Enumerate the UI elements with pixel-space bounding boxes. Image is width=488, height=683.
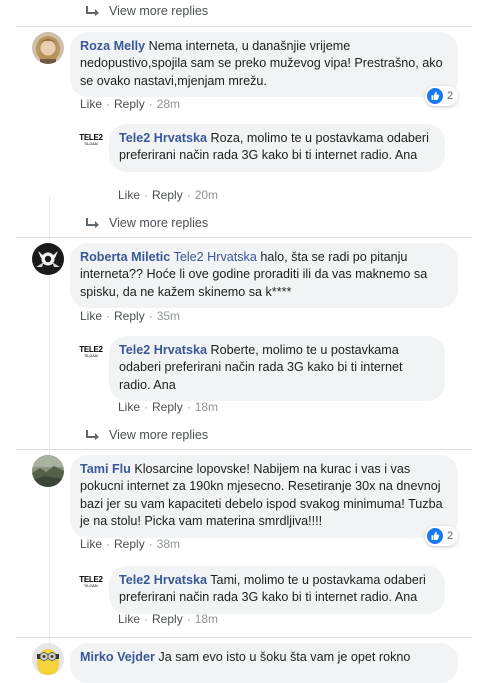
comment-divider	[16, 237, 472, 238]
comment-text: Klosarcine lopovske! Nabijem na kurac i …	[80, 462, 443, 529]
like-link[interactable]: Like	[80, 309, 102, 323]
reply-arrow-icon	[86, 6, 99, 16]
avatar[interactable]	[32, 455, 64, 487]
reaction-count-badge[interactable]: 2	[425, 86, 459, 106]
reply-link[interactable]: Reply	[114, 97, 145, 111]
comment-actions: Like · Reply · 28m	[80, 97, 181, 111]
reply-arrow-icon	[86, 218, 99, 228]
view-more-replies-link[interactable]: View more replies	[86, 425, 208, 445]
reply-link[interactable]: Reply	[114, 309, 145, 323]
comment-bubble: Mirko Vejder Ja sam evo isto u šoku šta …	[70, 643, 458, 683]
comment-text: Ja sam evo isto u šoku šta vam je opet r…	[158, 650, 411, 664]
comment-timestamp[interactable]: 28m	[157, 97, 180, 111]
comment-timestamp[interactable]: 38m	[157, 537, 180, 551]
reaction-count: 2	[447, 90, 454, 102]
comment-actions: Like · Reply · 35m	[80, 309, 181, 323]
reply-actions: Like · Reply · 18m	[118, 612, 219, 626]
view-more-replies-label: View more replies	[109, 216, 209, 230]
like-icon	[427, 88, 443, 104]
reply-link[interactable]: Reply	[152, 400, 183, 414]
reply-timestamp[interactable]: 20m	[195, 188, 218, 202]
view-more-replies-link[interactable]: View more replies	[86, 213, 208, 233]
reply-timestamp[interactable]: 18m	[195, 612, 218, 626]
tele2-logo[interactable]: TELE2 TA-DAA!	[79, 570, 103, 594]
like-link[interactable]: Like	[118, 400, 140, 414]
comment-bubble: Roza Melly Nema interneta, u današnjie v…	[70, 32, 458, 98]
reply-timestamp[interactable]: 18m	[195, 400, 218, 414]
reply-author[interactable]: Tele2 Hrvatska	[119, 343, 207, 357]
view-more-replies-label: View more replies	[109, 428, 209, 442]
reply-author[interactable]: Tele2 Hrvatska	[119, 573, 207, 587]
reply-bubble: Tele2 Hrvatska Tami, molimo te u postavk…	[109, 566, 445, 614]
reaction-count: 2	[447, 530, 454, 542]
reply-actions: Like · Reply · 18m	[118, 400, 219, 414]
avatar[interactable]	[32, 32, 64, 64]
comment-author[interactable]: Mirko Vejder	[80, 650, 155, 664]
comment-bubble: Tami Flu Klosarcine lopovske! Nabijem na…	[70, 455, 458, 538]
reply-actions: Like · Reply · 20m	[118, 188, 219, 202]
like-link[interactable]: Like	[80, 537, 102, 551]
like-link[interactable]: Like	[118, 612, 140, 626]
like-link[interactable]: Like	[118, 188, 140, 202]
comment-divider	[16, 637, 472, 638]
comment-divider	[16, 26, 472, 27]
comment-bubble: Roberta Miletic Tele2 Hrvatska halo, šta…	[70, 243, 458, 309]
avatar[interactable]	[32, 643, 64, 675]
reply-link[interactable]: Reply	[152, 188, 183, 202]
reply-arrow-icon	[86, 430, 99, 440]
comment-mention[interactable]: Tele2 Hrvatska	[174, 250, 257, 264]
reply-link[interactable]: Reply	[114, 537, 145, 551]
comment-actions: Like · Reply · 38m	[80, 537, 181, 551]
tele2-logo[interactable]: TELE2 TA-DAA!	[79, 340, 103, 364]
comment-author[interactable]: Tami Flu	[80, 462, 131, 476]
tele2-logo[interactable]: TELE2 TA-DAA!	[79, 128, 103, 152]
reply-bubble: Tele2 Hrvatska Roberte, molimo te u post…	[109, 336, 445, 402]
reply-bubble: Tele2 Hrvatska Roza, molimo te u postavk…	[109, 124, 445, 172]
avatar[interactable]	[32, 243, 64, 275]
reaction-count-badge[interactable]: 2	[425, 526, 459, 546]
view-more-replies-label: View more replies	[109, 4, 209, 18]
comment-timestamp[interactable]: 35m	[157, 309, 180, 323]
comment-author[interactable]: Roberta Miletic	[80, 250, 170, 264]
reply-link[interactable]: Reply	[152, 612, 183, 626]
reply-author[interactable]: Tele2 Hrvatska	[119, 131, 207, 145]
like-icon	[427, 528, 443, 544]
comment-author[interactable]: Roza Melly	[80, 39, 145, 53]
view-more-replies-link[interactable]: View more replies	[86, 1, 208, 21]
like-link[interactable]: Like	[80, 97, 102, 111]
comment-divider	[16, 449, 472, 450]
